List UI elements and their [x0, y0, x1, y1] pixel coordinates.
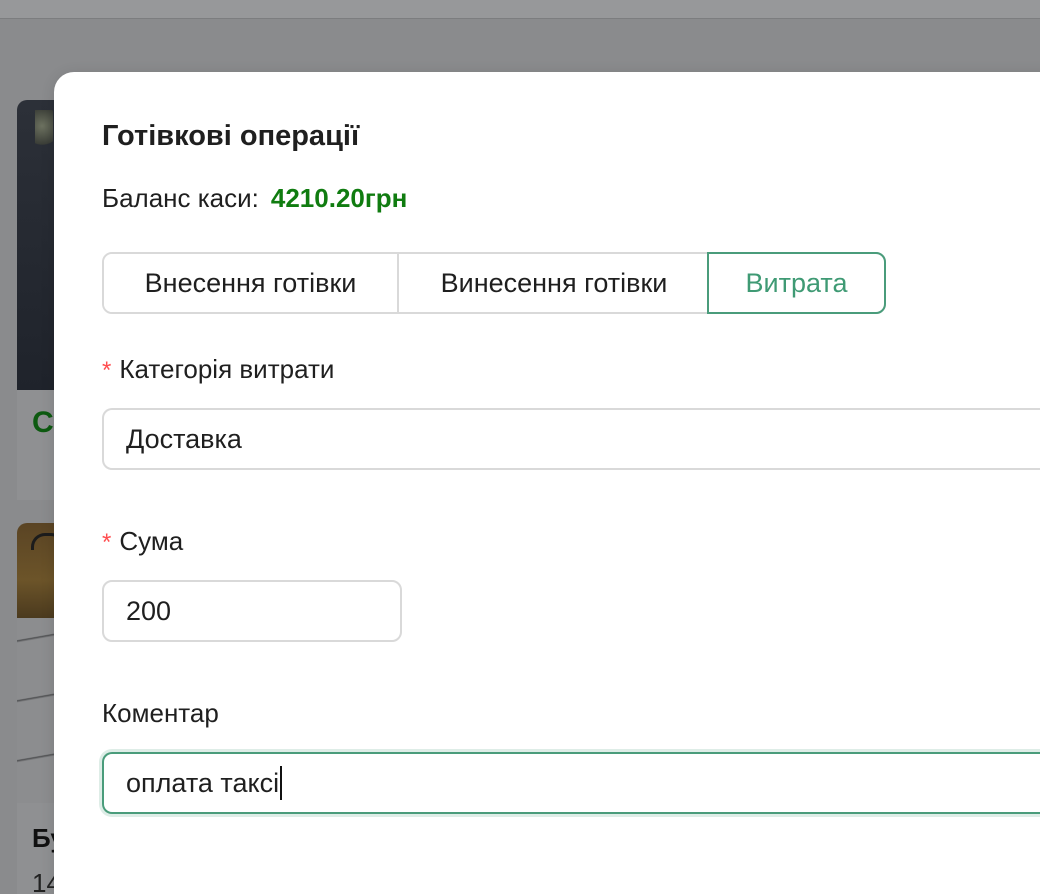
modal-title: Готівкові операції	[102, 120, 360, 152]
comment-label: Коментар	[102, 698, 219, 728]
comment-input[interactable]: оплата таксі	[102, 752, 1040, 814]
cash-balance: Баланс каси: 4210.20грн	[102, 183, 407, 214]
category-label-text: Категорія витрати	[119, 354, 335, 384]
category-label: * Категорія витрати	[102, 354, 334, 385]
balance-label: Баланс каси:	[102, 183, 259, 213]
amount-input[interactable]: 200	[102, 580, 402, 642]
amount-label: * Сума	[102, 526, 183, 557]
cash-operations-modal: Готівкові операції Баланс каси: 4210.20г…	[54, 72, 1040, 894]
amount-label-text: Сума	[119, 526, 184, 556]
category-value: Доставка	[126, 423, 242, 454]
tab-expense[interactable]: Витрата	[707, 252, 886, 314]
tab-cash-in[interactable]: Внесення готівки	[104, 254, 399, 312]
text-caret	[280, 766, 283, 800]
background-card-text: C	[32, 406, 54, 439]
plant-image	[35, 110, 53, 150]
tab-cash-out[interactable]: Винесення готівки	[399, 254, 709, 312]
amount-value: 200	[126, 595, 172, 626]
background-topbar	[0, 0, 1040, 19]
category-select[interactable]: Доставка	[102, 408, 1040, 470]
balance-value: 4210.20грн	[270, 183, 408, 213]
comment-value: оплата таксі	[126, 767, 280, 798]
required-mark: *	[102, 357, 112, 384]
required-mark: *	[102, 529, 112, 556]
operation-type-tabs: Внесення готівки Винесення готівки Витра…	[102, 252, 886, 314]
